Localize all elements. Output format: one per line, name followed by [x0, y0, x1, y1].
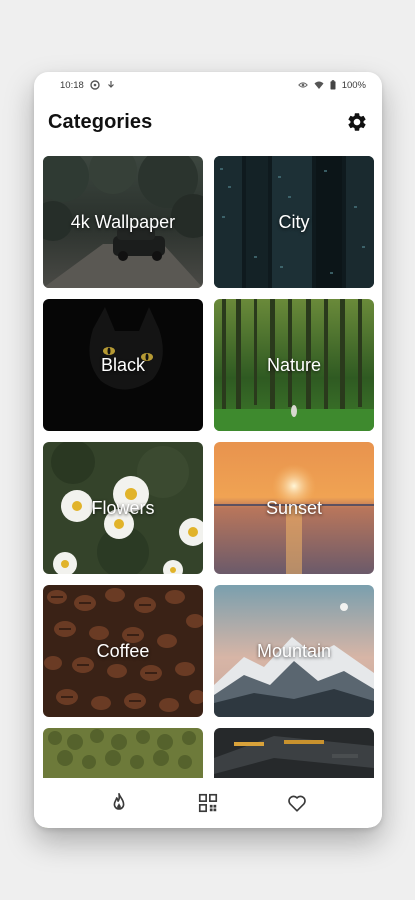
- nav-trending-button[interactable]: [104, 788, 134, 818]
- category-card-coffee[interactable]: Coffee: [43, 585, 203, 717]
- nav-favorites-button[interactable]: [282, 788, 312, 818]
- category-card-black[interactable]: Black: [43, 299, 203, 431]
- category-card-4k-wallpaper[interactable]: 4k Wallpaper: [43, 156, 203, 288]
- category-label: City: [278, 211, 310, 232]
- category-label: Nature: [266, 354, 322, 375]
- category-label: Flowers: [91, 497, 155, 518]
- wifi-icon: [314, 81, 324, 89]
- bottom-nav: [34, 778, 382, 828]
- category-label: Sunset: [265, 497, 323, 518]
- category-label: Black: [100, 354, 145, 375]
- download-icon: [107, 81, 114, 88]
- category-card-mountain[interactable]: Mountain: [214, 585, 374, 717]
- battery-percent: 100%: [341, 79, 366, 91]
- settings-button[interactable]: [344, 109, 370, 135]
- battery-icon: [330, 80, 336, 90]
- category-grid: 4k Wallpaper City Black Nature Flowers S…: [43, 156, 374, 828]
- phone-screen: 10:18 100% Categories 4k Wallpaper City …: [34, 72, 382, 828]
- header: Categories: [34, 98, 382, 146]
- page-title: Categories: [48, 110, 153, 133]
- heart-icon: [288, 795, 307, 812]
- gear-icon: [348, 113, 366, 131]
- notification-icon: [90, 80, 100, 90]
- category-card-flowers[interactable]: Flowers: [43, 442, 203, 574]
- status-bar: 10:18 100%: [34, 72, 382, 98]
- flame-icon: [113, 793, 125, 810]
- category-card-city[interactable]: City: [214, 156, 374, 288]
- eye-icon: [297, 82, 308, 88]
- grid-icon: [198, 793, 218, 813]
- status-left: 10:18: [60, 80, 116, 91]
- nav-categories-button[interactable]: [193, 788, 223, 818]
- status-right: 100%: [297, 79, 366, 91]
- status-time: 10:18: [60, 79, 84, 91]
- category-label: Mountain: [256, 640, 332, 661]
- category-label: Coffee: [96, 640, 150, 661]
- category-card-sunset[interactable]: Sunset: [214, 442, 374, 574]
- category-card-nature[interactable]: Nature: [214, 299, 374, 431]
- category-label: 4k Wallpaper: [70, 211, 176, 232]
